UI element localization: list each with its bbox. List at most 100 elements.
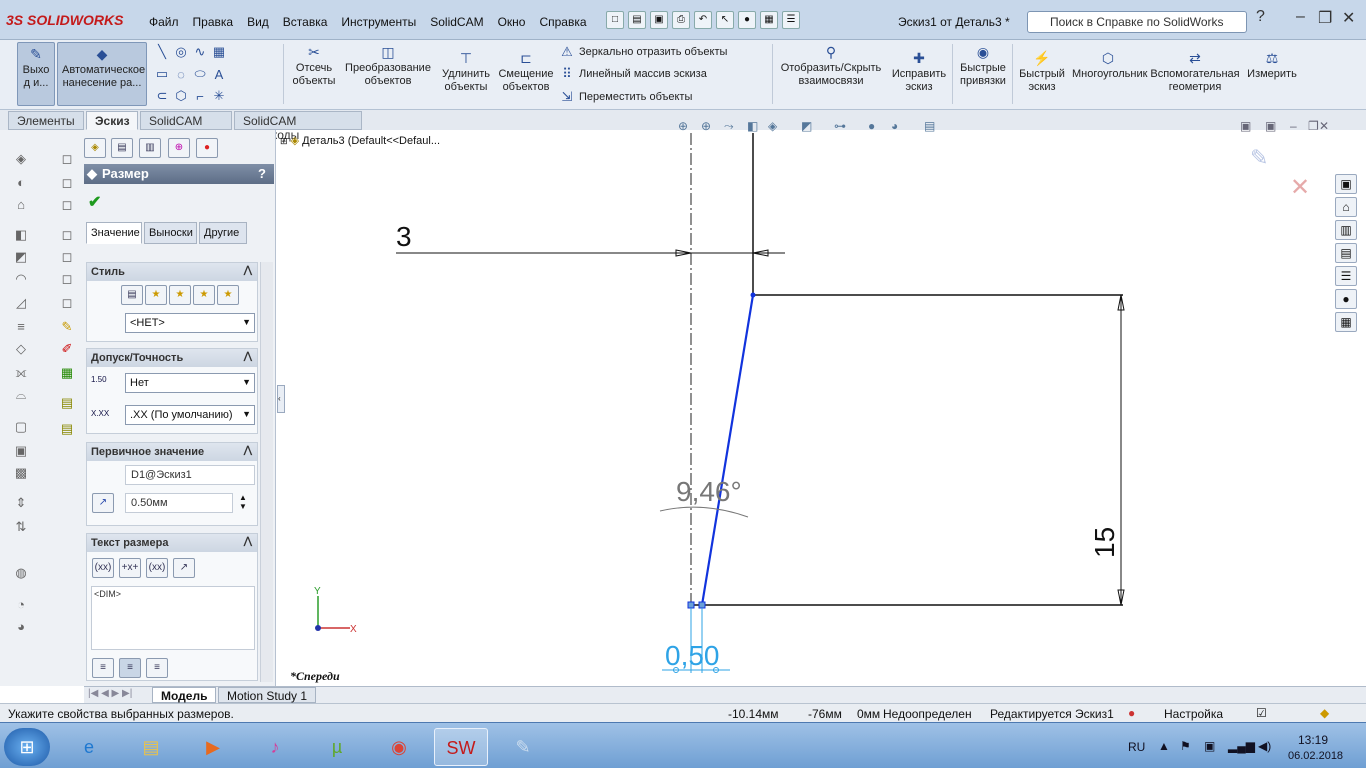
menu-file[interactable]: Файл — [142, 13, 186, 31]
sketch-point[interactable] — [687, 601, 695, 609]
align-right-icon[interactable]: ≡ — [146, 658, 168, 678]
graphics-area[interactable]: ⊕ ⊕ ⤳ ◧ ◈ ◩ ⊶ ● ◕ ▤ ▣ ▣ – ❐ ✕ ✎ ✕ 3 15 9… — [278, 113, 1333, 686]
collapse-icon[interactable]: ⋀ — [244, 445, 252, 456]
help-search-input[interactable]: Поиск в Справке по SolidWorks — [1027, 11, 1247, 33]
tag-icon[interactable]: ◆ — [1320, 706, 1329, 720]
menu-tools[interactable]: Инструменты — [334, 13, 423, 31]
precision-select[interactable]: .XX (По умолчанию) ▼ — [125, 405, 255, 425]
design-library-icon[interactable]: ▥ — [1335, 220, 1357, 240]
sketch-edit-icon[interactable]: ✎ — [58, 318, 76, 336]
style-select[interactable]: <НЕТ> ▼ — [125, 313, 255, 333]
collapse-icon[interactable]: ⋀ — [244, 351, 252, 362]
ok-check-icon[interactable]: ✔ — [88, 192, 101, 212]
sketch-line-slanted[interactable] — [700, 294, 755, 606]
dimension-name-field[interactable]: D1@Эскиз1 — [125, 465, 255, 485]
edit-appearance-icon[interactable]: ● — [868, 119, 875, 133]
spline-icon[interactable]: ∿ — [193, 44, 207, 60]
tile2-icon[interactable]: ▣ — [1265, 119, 1276, 133]
collapse-icon[interactable]: ⋀ — [244, 536, 252, 547]
zoom-fit-icon[interactable]: ⊕ — [678, 119, 688, 133]
appearances-icon[interactable]: ● — [1335, 289, 1357, 309]
axis-icon[interactable]: ▣ — [12, 442, 30, 460]
measure-button[interactable]: ⚖ Измерить — [1246, 50, 1298, 81]
media-player-icon[interactable]: ▶ — [186, 728, 240, 766]
zoom-area-icon[interactable]: ⊕ — [701, 119, 711, 133]
sketch-layer-icon[interactable]: ▤ — [58, 394, 76, 412]
text-icon[interactable]: A — [212, 67, 226, 82]
line-icon[interactable]: ╲ — [155, 44, 169, 60]
tab-features[interactable]: Элементы — [8, 111, 84, 130]
tolerance-select[interactable]: Нет ▼ — [125, 373, 255, 393]
scene-icon[interactable]: ◕ — [891, 119, 898, 133]
file-explorer-icon[interactable]: ▤ — [1335, 243, 1357, 263]
ellipse-icon[interactable]: ⬭ — [193, 66, 207, 82]
reverse-direction-icon[interactable]: ↗ — [92, 493, 114, 513]
menu-help[interactable]: Справка — [532, 13, 593, 31]
device-icon[interactable]: ▣ — [1204, 739, 1215, 753]
move-entities-button[interactable]: ⇲ Переместить объекты — [560, 89, 693, 105]
sweep-icon[interactable]: ⌂ — [12, 196, 30, 214]
tab-sketch[interactable]: Эскиз — [86, 111, 138, 130]
dimension-icon[interactable]: ⇕ — [12, 494, 30, 512]
construction-geometry-button[interactable]: ⇄ Вспомогательная геометрия — [1148, 50, 1242, 94]
doc-restore-icon[interactable]: ❐ — [1308, 119, 1319, 133]
plane-icon[interactable]: ▢ — [12, 418, 30, 436]
slot-icon[interactable]: ⊂ — [155, 88, 169, 104]
dimxpert-tab-icon[interactable]: ⊕ — [168, 138, 190, 158]
tab-motion-study[interactable]: Motion Study 1 — [218, 687, 317, 703]
cube-right-icon[interactable]: ◻ — [58, 226, 76, 244]
extend-entities-button[interactable]: ⊤ Удлинить объекты — [438, 50, 494, 94]
load-style-icon[interactable]: ★ — [217, 285, 239, 305]
internet-explorer-icon[interactable]: e — [62, 728, 116, 766]
offset-text-icon[interactable]: ↗ — [173, 558, 195, 578]
fillet-icon[interactable]: ⌐ — [193, 89, 207, 104]
show-relations-button[interactable]: ⚲ Отобразить/Скрыть взаимосвязи — [776, 44, 886, 88]
auto-dimension-button[interactable]: ◆ Автоматическое нанесение ра... — [57, 42, 147, 106]
doc-minimize-icon[interactable]: – — [1290, 119, 1297, 133]
close-button[interactable]: ✕ — [1342, 8, 1355, 28]
start-button-icon[interactable]: ⊞ — [4, 728, 50, 766]
inspection-button[interactable]: (xx) — [146, 558, 168, 578]
quick-tips-icon[interactable]: ☑ — [1256, 706, 1267, 720]
undo-icon[interactable]: ↶ — [694, 11, 712, 29]
dimension-text-angle[interactable]: 9,46° — [676, 476, 742, 507]
parentheses-button[interactable]: (xx) — [92, 558, 114, 578]
expand-icon[interactable]: ⊞ — [280, 136, 288, 146]
polygon-button[interactable]: ⬡ Многоугольник — [1072, 50, 1147, 81]
offset-entities-button[interactable]: ⊏ Смещение объектов — [497, 50, 555, 94]
restore-button[interactable]: ❐ — [1318, 8, 1332, 28]
menu-edit[interactable]: Правка — [186, 13, 241, 31]
sketch-point[interactable] — [750, 292, 756, 298]
print-icon[interactable]: ⎙ — [672, 11, 690, 29]
view-settings-icon[interactable]: ▤ — [924, 119, 935, 133]
file-properties-icon[interactable]: ▦ — [760, 11, 778, 29]
quick-snaps-button[interactable]: ◉ Быстрые привязки — [956, 44, 1010, 88]
tile-icon[interactable]: ▣ — [1240, 119, 1251, 133]
measure-side-icon[interactable]: ◍ — [12, 564, 30, 582]
itunes-icon[interactable]: ♪ — [248, 728, 302, 766]
align-left-icon[interactable]: ≡ — [92, 658, 114, 678]
collapse-icon[interactable]: ⋀ — [244, 265, 252, 276]
dimension-text-15[interactable]: 15 — [1089, 527, 1120, 558]
language-indicator[interactable]: RU — [1128, 740, 1145, 754]
property-manager-tab-icon[interactable]: ▤ — [111, 138, 133, 158]
mirror-entities-button[interactable]: ⚠ Зеркально отразить объекты — [560, 44, 727, 60]
save-style-icon[interactable]: ★ — [193, 285, 215, 305]
spin-arrows-icon[interactable]: ▲ ▼ — [239, 493, 247, 511]
clock-time[interactable]: 13:19 — [1298, 733, 1328, 747]
menu-window[interactable]: Окно — [491, 13, 533, 31]
cube-iso-icon[interactable]: ◻ — [58, 248, 76, 266]
dimension-text-3[interactable]: 3 — [396, 221, 412, 252]
tab-solidcam-part[interactable]: SolidCAM Part — [140, 111, 232, 142]
convert-entities-button[interactable]: ◫ Преобразование объектов — [343, 44, 433, 88]
utorrent-icon[interactable]: µ — [310, 728, 364, 766]
exit-sketch-corner-icon[interactable]: ✎ — [1250, 145, 1268, 170]
cube-top-icon[interactable]: ◻ — [58, 196, 76, 214]
dome-icon[interactable]: ⌓ — [12, 386, 30, 404]
tab-scroll-arrows-icon[interactable]: |◀ ◀ ▶ ▶| — [88, 688, 132, 699]
display-style-icon[interactable]: ◩ — [801, 119, 812, 133]
menu-view[interactable]: Вид — [240, 13, 276, 31]
view-orientation-icon[interactable]: ◈ — [768, 119, 778, 133]
cut-extrude-icon[interactable]: ◧ — [12, 226, 30, 244]
options-icon[interactable]: ☰ — [782, 11, 800, 29]
